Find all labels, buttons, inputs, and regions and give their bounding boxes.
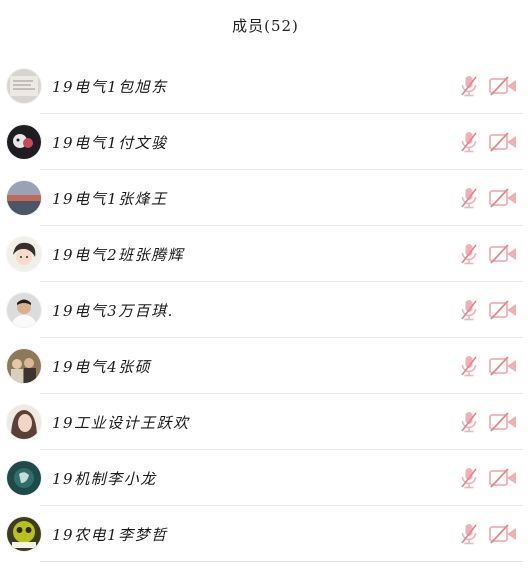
member-name: 19工业设计王跃欢 bbox=[52, 413, 190, 432]
mic-muted-icon[interactable] bbox=[459, 298, 479, 322]
member-name: 19电气1包旭东 bbox=[52, 77, 168, 96]
member-row[interactable]: 19电气4张硕 bbox=[0, 338, 531, 394]
member-row[interactable]: 19机制李小龙 bbox=[0, 450, 531, 506]
camera-off-icon[interactable] bbox=[488, 75, 518, 97]
camera-off-icon[interactable] bbox=[488, 299, 518, 321]
member-row[interactable]: 19电气1包旭东 bbox=[0, 58, 531, 114]
camera-off-icon[interactable] bbox=[488, 355, 518, 377]
member-row[interactable]: 19电气1张烽王 bbox=[0, 170, 531, 226]
member-name: 19电气4张硕 bbox=[52, 357, 152, 376]
mic-muted-icon[interactable] bbox=[459, 354, 479, 378]
member-row[interactable]: 19电气3万百琪. bbox=[0, 282, 531, 338]
avatar bbox=[7, 517, 41, 551]
member-row[interactable]: 19工业设计王跃欢 bbox=[0, 394, 531, 450]
member-name: 19电气1张烽王 bbox=[52, 189, 168, 208]
mic-muted-icon[interactable] bbox=[459, 410, 479, 434]
mic-muted-icon[interactable] bbox=[459, 522, 479, 546]
camera-off-icon[interactable] bbox=[488, 131, 518, 153]
avatar bbox=[7, 405, 41, 439]
member-row[interactable]: 19电气1付文骏 bbox=[0, 114, 531, 170]
member-name: 19农电1李梦哲 bbox=[52, 525, 168, 544]
avatar bbox=[7, 181, 41, 215]
member-list: 19电气1包旭东 19电气1付文骏 19电气1张烽王 19电气2班张腾辉 19电… bbox=[0, 58, 531, 562]
avatar bbox=[7, 237, 41, 271]
member-name: 19机制李小龙 bbox=[52, 469, 157, 488]
avatar bbox=[7, 293, 41, 327]
camera-off-icon[interactable] bbox=[488, 243, 518, 265]
avatar bbox=[7, 69, 41, 103]
avatar bbox=[7, 125, 41, 159]
members-header: 成员(52) bbox=[0, 0, 531, 50]
page-title: 成员(52) bbox=[232, 16, 299, 35]
member-name: 19电气1付文骏 bbox=[52, 133, 168, 152]
avatar bbox=[7, 461, 41, 495]
mic-muted-icon[interactable] bbox=[459, 186, 479, 210]
mic-muted-icon[interactable] bbox=[459, 466, 479, 490]
mic-muted-icon[interactable] bbox=[459, 74, 479, 98]
member-name: 19电气3万百琪. bbox=[52, 301, 174, 320]
member-row[interactable]: 19电气2班张腾辉 bbox=[0, 226, 531, 282]
member-row[interactable]: 19农电1李梦哲 bbox=[0, 506, 531, 562]
mic-muted-icon[interactable] bbox=[459, 130, 479, 154]
avatar bbox=[7, 349, 41, 383]
camera-off-icon[interactable] bbox=[488, 411, 518, 433]
camera-off-icon[interactable] bbox=[488, 523, 518, 545]
camera-off-icon[interactable] bbox=[488, 467, 518, 489]
camera-off-icon[interactable] bbox=[488, 187, 518, 209]
member-name: 19电气2班张腾辉 bbox=[52, 245, 185, 264]
mic-muted-icon[interactable] bbox=[459, 242, 479, 266]
